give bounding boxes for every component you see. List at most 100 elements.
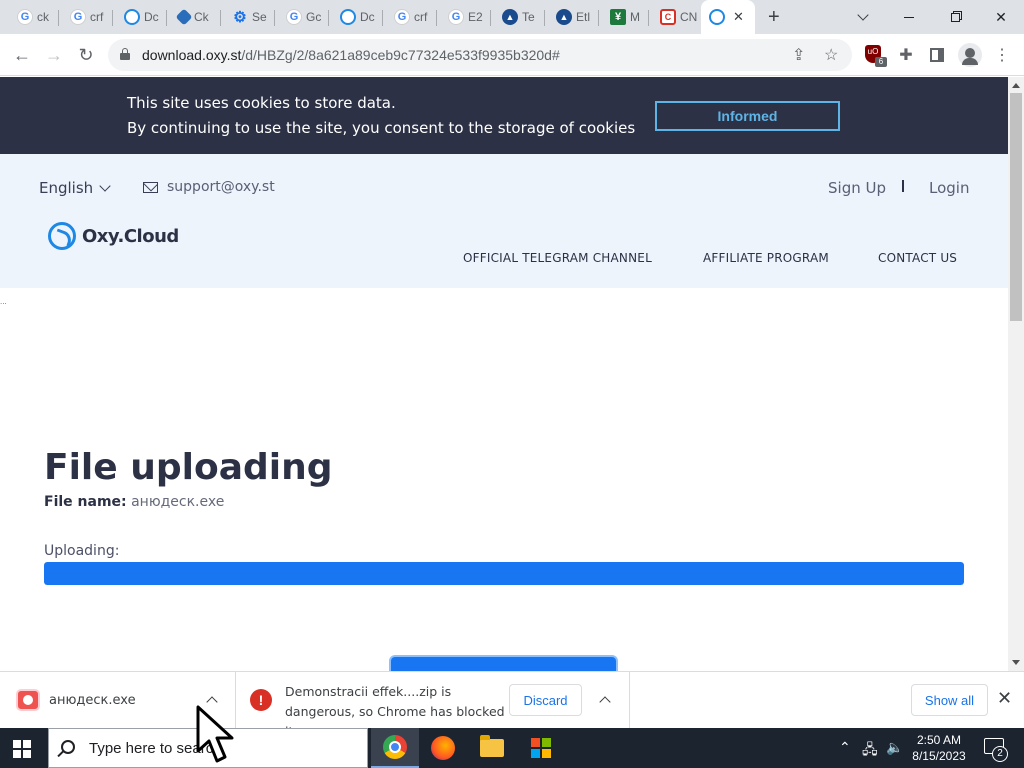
diamond-icon [175,8,193,26]
gear-icon: ⚙ [233,9,247,26]
scroll-up-arrow-icon[interactable] [1012,83,1020,88]
mouse-cursor-icon [196,705,234,763]
back-icon[interactable]: ← [10,43,34,67]
site-logo[interactable]: Oxy.Cloud [48,222,179,250]
ellipsis-marker: ... [0,297,7,306]
triangle-icon: ▲ [556,9,572,25]
firefox-taskbar-icon[interactable] [419,728,467,768]
discard-button[interactable]: Discard [509,684,582,716]
file-name-row: File name: анюдеск.exe [44,494,224,510]
tab-10[interactable]: ▲ Te [491,4,545,30]
tab-3[interactable]: Dc [113,4,167,30]
close-tab-icon[interactable]: ✕ [733,9,744,25]
tab-9[interactable]: G E2 [437,4,491,30]
file-name-label: File name: [44,494,127,510]
browser-toolbar: ← → ↻ download.oxy.st/d/HBZg/2/8a621a89c… [0,34,1024,76]
share-icon[interactable]: ⇪ [792,45,805,65]
forward-icon[interactable]: → [42,43,66,67]
chevron-up-icon[interactable] [599,696,611,708]
page-title: File uploading [44,447,333,488]
oxy-icon [709,9,725,25]
triangle-icon: ▲ [502,9,518,25]
support-email-link[interactable]: support@oxy.st [143,179,275,195]
envelope-icon [143,181,158,193]
windows-taskbar: Type here to search ⌃ 🖧 🔈 2:50 AM 8/15/2… [0,728,1024,768]
scrollbar-thumb[interactable] [1010,93,1022,321]
tab-5[interactable]: ⚙ Se [221,4,275,30]
bookmark-star-icon[interactable]: ☆ [824,45,838,65]
download-item-blocked: ! Demonstracii effek....zip is dangerous… [236,672,630,739]
file-icon [16,689,40,711]
page-scrollbar[interactable] [1008,77,1024,671]
auth-divider [902,180,904,192]
tab-1[interactable]: Gck [6,4,59,30]
warning-icon: ! [250,689,272,711]
minimize-icon[interactable] [886,4,932,30]
sheet-icon: ¥ [610,9,626,25]
address-bar[interactable]: download.oxy.st/d/HBZg/2/8a621a89ceb9c77… [108,39,852,71]
restore-icon[interactable] [932,4,978,30]
download-button[interactable] [389,655,618,671]
tray-chevron-up-icon[interactable]: ⌃ [839,739,851,756]
tab-13[interactable]: C CN [649,4,701,30]
sign-up-link[interactable]: Sign Up [828,179,886,197]
tab-search-icon[interactable] [840,4,886,30]
google-icon: G [394,9,410,25]
tab-2[interactable]: Gcrf [59,4,113,30]
upload-progress-bar [44,562,964,585]
oxy-icon [124,9,140,25]
chrome-taskbar-icon[interactable] [371,728,419,768]
upload-progress-fill [44,562,964,585]
nav-contact[interactable]: CONTACT US [878,251,957,265]
oxy-icon [340,9,356,25]
tab-8[interactable]: Gcrf [383,4,437,30]
search-icon [61,740,75,754]
extension-badge: 6 [875,57,887,67]
site-header: English support@oxy.st Sign Up Login Oxy… [0,154,1008,288]
nav-telegram[interactable]: OFFICIAL TELEGRAM CHANNEL [463,251,652,265]
notification-count: 2 [992,746,1008,762]
lock-icon [120,48,130,61]
nav-affiliate[interactable]: AFFILIATE PROGRAM [703,251,829,265]
window-close-icon[interactable]: ✕ [978,4,1024,30]
tab-6[interactable]: G Gc [275,4,329,30]
chevron-down-icon [99,180,111,192]
download-file-name: анюдеск.exe [49,693,136,708]
cookie-text-line1: This site uses cookies to store data. [127,94,396,112]
show-all-button[interactable]: Show all [911,684,988,716]
store-icon[interactable] [517,728,565,768]
informed-button[interactable]: Informed [655,101,840,131]
network-icon[interactable]: 🖧 [862,739,878,763]
tab-strip: Gck Gcrf Dc Ck ⚙ Se G Gc Dc Gcrf G E2 ▲ Te ▲… [0,0,1024,34]
google-icon: G [70,9,86,25]
cookie-banner: This site uses cookies to store data. By… [0,77,1008,154]
page-viewport: This site uses cookies to store data. By… [0,77,1008,671]
system-clock[interactable]: 2:50 AM 8/15/2023 [906,732,972,764]
close-shelf-icon[interactable]: ✕ [997,688,1012,709]
extensions-puzzle-icon[interactable]: ✚ [896,44,916,66]
tab-active[interactable]: ✕ [701,0,755,34]
menu-kebab-icon[interactable]: ⋮ [992,44,1012,66]
language-selector[interactable]: English [39,179,111,197]
reload-icon[interactable]: ↻ [74,43,98,67]
login-link[interactable]: Login [929,179,969,197]
tab-4[interactable]: Ck [167,4,221,30]
windows-start-icon[interactable] [13,740,31,758]
file-explorer-icon[interactable] [468,728,516,768]
side-panel-icon[interactable] [927,44,947,66]
scroll-down-arrow-icon[interactable] [1012,660,1020,665]
cn-icon: C [660,9,676,25]
google-icon: G [448,9,464,25]
google-icon: G [17,9,33,25]
tab-7[interactable]: Dc [329,4,383,30]
profile-avatar-icon[interactable] [958,43,982,67]
uploading-label: Uploading: [44,543,120,559]
tab-12[interactable]: ¥ M [599,4,649,30]
new-tab-button[interactable]: + [768,6,780,29]
oxy-logo-icon [48,222,76,250]
url-text[interactable]: download.oxy.st/d/HBZg/2/8a621a89ceb9c77… [142,47,560,63]
volume-icon[interactable]: 🔈 [886,739,903,756]
tab-11[interactable]: ▲ Etl [545,4,599,30]
download-shelf: анюдеск.exe ! Demonstracii effek....zip … [0,671,1024,739]
file-name-value: анюдеск.exe [131,494,225,510]
